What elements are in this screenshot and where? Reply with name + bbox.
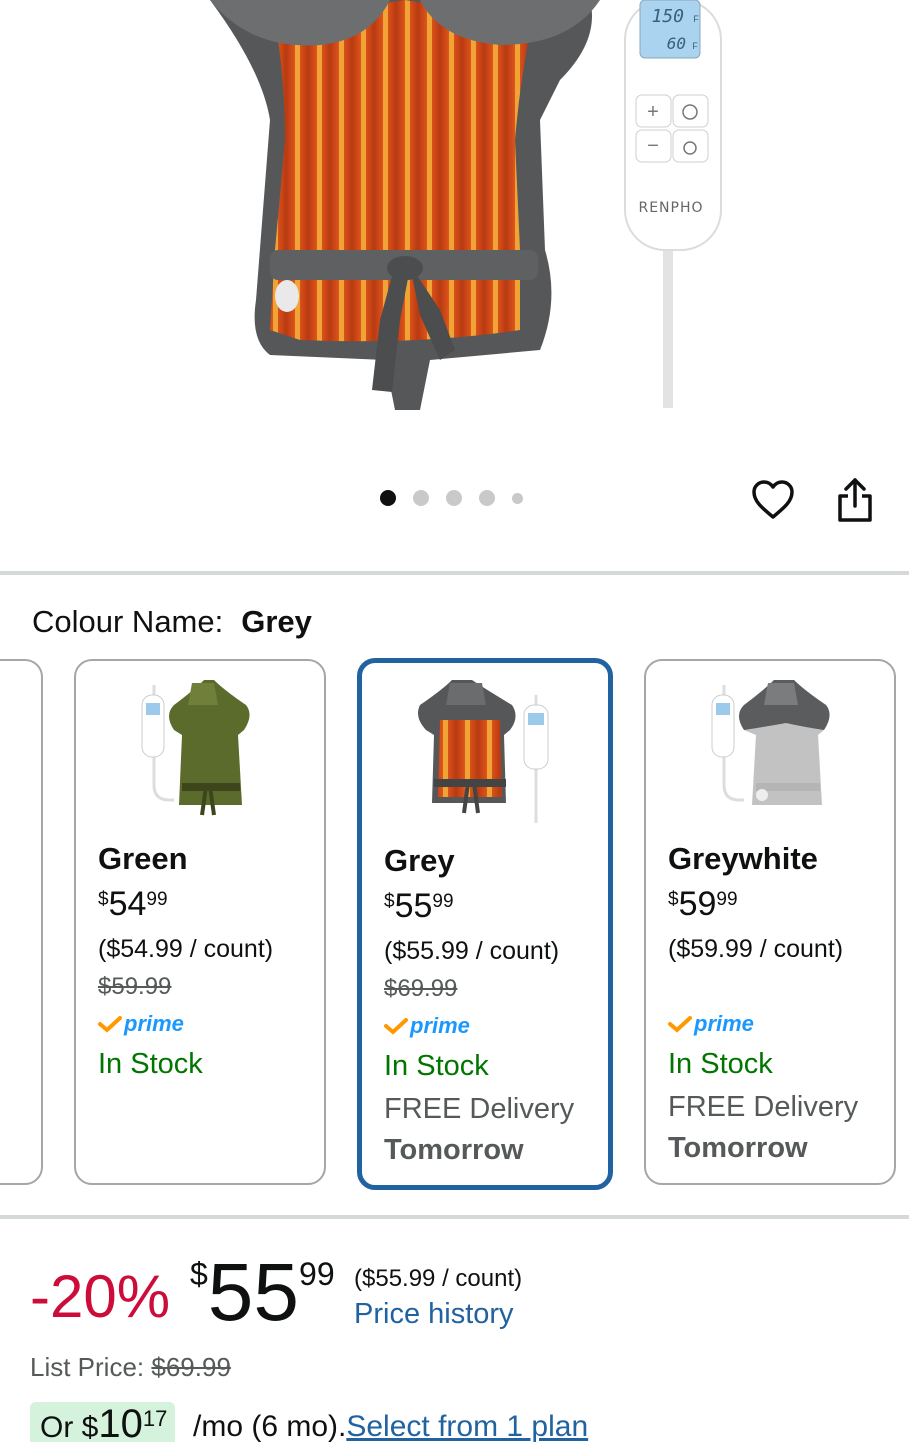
emi-plan-text: /mo (6 mo).Select from 1 plan	[193, 1410, 589, 1443]
prime-check-icon	[668, 1016, 692, 1033]
variant-unit-price: ($54.99 / count)	[98, 935, 274, 963]
variant-thumbnail	[418, 680, 549, 823]
variant-list-price: $69.99	[384, 975, 458, 1002]
svg-text:F: F	[692, 41, 698, 51]
stock-status: In Stock	[384, 1050, 489, 1082]
colour-name-label: Colour Name: Grey	[32, 604, 312, 639]
carousel-dot[interactable]	[512, 492, 523, 504]
selected-colour: Grey	[241, 604, 312, 639]
variant-price: $5599	[384, 887, 454, 925]
carousel-dot-active[interactable]	[380, 490, 396, 506]
variant-thumbnail	[141, 680, 250, 816]
prime-badge: prime	[384, 1013, 470, 1039]
variant-card-green[interactable]: Green $5499 ($54.99 / count) $59.99 prim…	[74, 659, 326, 1185]
current-price: $5599	[190, 1247, 335, 1338]
variant-list-price: $59.99	[98, 973, 172, 1000]
carousel-dot[interactable]	[413, 490, 429, 506]
product-image[interactable]: 150 F 60 F + − RENPHO	[0, 0, 909, 470]
share-icon[interactable]	[830, 474, 880, 526]
variant-price: $5499	[98, 885, 168, 923]
section-divider	[0, 571, 909, 575]
delivery-day: Tomorrow	[668, 1132, 808, 1164]
prime-badge: prime	[98, 1011, 184, 1037]
variant-card-greywhite[interactable]: Greywhite $5999 ($59.99 / count) prime I…	[644, 659, 896, 1185]
variant-name: Grey	[384, 843, 455, 878]
variant-unit-price: ($55.99 / count)	[384, 937, 560, 965]
delivery-info: FREE Delivery	[384, 1093, 575, 1125]
variant-price: $5999	[668, 885, 738, 923]
select-plan-link[interactable]: Select from 1 plan	[346, 1410, 588, 1443]
variant-name: Greywhite	[668, 841, 818, 876]
stock-status: In Stock	[98, 1048, 203, 1080]
remote-temp: 150	[651, 6, 684, 27]
prime-check-icon	[384, 1018, 408, 1035]
heart-icon[interactable]	[748, 475, 798, 525]
variant-unit-price: ($59.99 / count)	[668, 935, 844, 963]
variant-card-offscreen[interactable]	[0, 659, 43, 1185]
list-price: List Price: $69.99	[30, 1352, 231, 1382]
unit-price: ($55.99 / count)	[354, 1265, 523, 1292]
discount-percent: -20%	[30, 1263, 171, 1330]
svg-text:−: −	[647, 135, 659, 157]
price-history-link[interactable]: Price history	[354, 1298, 514, 1331]
product-image-carousel[interactable]: 150 F 60 F + − RENPHO	[0, 0, 909, 570]
prime-badge: prime	[668, 1011, 754, 1037]
carousel-indicator	[380, 490, 523, 506]
carousel-dot[interactable]	[446, 490, 462, 506]
delivery-info: FREE Delivery	[668, 1091, 859, 1123]
delivery-day: Tomorrow	[384, 1134, 524, 1166]
variant-name: Green	[98, 841, 188, 876]
variant-thumbnail	[711, 680, 830, 805]
remote-brand: RENPHO	[638, 200, 703, 216]
section-divider	[0, 1215, 909, 1219]
svg-text:F: F	[693, 14, 699, 24]
remote-time: 60	[667, 34, 686, 53]
variant-card-grey[interactable]: Grey $5599 ($55.99 / count) $69.99 prime…	[357, 658, 613, 1190]
emi-price-highlight: Or $1017	[30, 1402, 176, 1446]
carousel-dot[interactable]	[479, 490, 495, 506]
prime-check-icon	[98, 1016, 122, 1033]
stock-status: In Stock	[668, 1048, 773, 1080]
svg-text:+: +	[647, 101, 659, 123]
